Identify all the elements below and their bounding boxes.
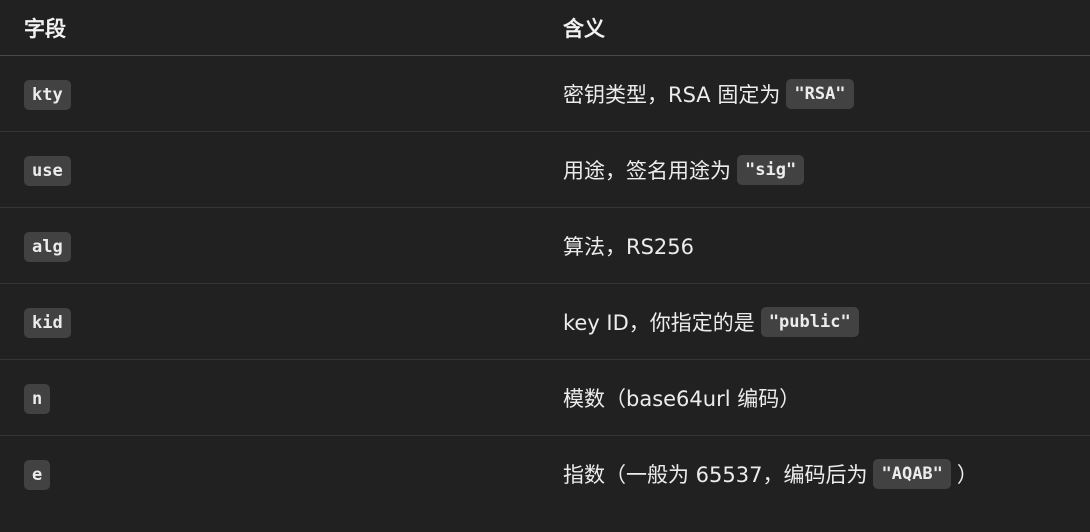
table-row: n 模数（base64url 编码） [0,360,1090,436]
field-code: e [24,460,51,490]
meaning-cell: 模数（base64url 编码） [563,360,800,435]
field-code: alg [24,232,71,262]
meaning-cell: key ID，你指定的是 "public" [563,284,865,359]
meaning-cell: 算法，RS256 [563,208,694,283]
header-field: 字段 [24,17,66,41]
field-code: kty [24,80,71,110]
meaning-cell: 密钥类型，RSA 固定为 "RSA" [563,56,860,131]
meaning-code: "sig" [737,154,805,185]
meaning-code: "AQAB" [873,458,951,489]
meaning-text: key ID，你指定的是 [563,310,755,335]
meaning-text: 模数（base64url 编码） [563,386,801,411]
field-code: n [24,384,51,414]
field-code: kid [24,308,71,338]
header-meaning: 含义 [563,17,605,41]
meaning-text-after: ） [956,462,978,487]
table-row: kty 密钥类型，RSA 固定为 "RSA" [0,56,1090,132]
meaning-cell: 用途，签名用途为 "sig" [563,132,810,207]
table-row: kid key ID，你指定的是 "public" [0,284,1090,360]
meaning-code: "RSA" [786,78,854,109]
jwk-fields-table: 字段 含义 kty 密钥类型，RSA 固定为 "RSA" use 用途，签名用途为… [0,0,1090,511]
meaning-text: 指数（一般为 65537，编码后为 [563,462,868,487]
meaning-code: "public" [760,306,859,337]
table-header: 字段 含义 [0,0,1090,56]
meaning-text: 密钥类型，RSA 固定为 [563,82,781,107]
meaning-text: 用途，签名用途为 [563,158,731,183]
field-code: use [24,156,71,186]
table-row: alg 算法，RS256 [0,208,1090,284]
table-row: e 指数（一般为 65537，编码后为 "AQAB"） [0,436,1090,511]
meaning-cell: 指数（一般为 65537，编码后为 "AQAB"） [563,436,978,511]
meaning-text: 算法，RS256 [563,234,695,259]
table-row: use 用途，签名用途为 "sig" [0,132,1090,208]
